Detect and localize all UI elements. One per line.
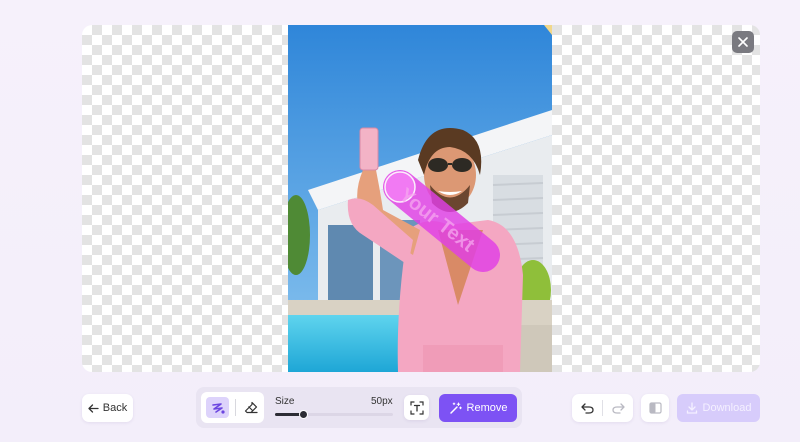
eraser-tool-button[interactable]	[239, 397, 262, 418]
undo-button[interactable]	[572, 394, 602, 422]
close-icon	[738, 37, 748, 47]
photo[interactable]: Your Text	[288, 25, 552, 372]
close-button[interactable]	[732, 31, 754, 53]
brush-stroke-icon	[211, 402, 225, 414]
compare-button[interactable]	[641, 394, 669, 422]
arrow-left-icon	[88, 403, 99, 413]
size-label: Size	[275, 396, 295, 407]
redo-icon	[611, 402, 625, 414]
download-label: Download	[702, 402, 752, 414]
remove-label: Remove	[466, 402, 508, 414]
download-icon	[686, 402, 697, 414]
back-button[interactable]: Back	[82, 394, 133, 422]
download-button[interactable]: Download	[677, 394, 760, 422]
slider-thumb[interactable]	[299, 410, 308, 419]
brush-tool-button[interactable]	[206, 397, 229, 418]
compare-icon	[648, 402, 662, 414]
canvas-area[interactable]: Your Text	[82, 25, 760, 372]
text-scan-icon	[409, 400, 424, 415]
fit-to-screen-button[interactable]	[404, 395, 429, 420]
eraser-icon	[244, 401, 258, 414]
undo-icon	[580, 402, 594, 414]
magic-wand-icon	[449, 401, 462, 414]
remove-button[interactable]: Remove	[439, 394, 517, 422]
brush-size-slider[interactable]	[275, 410, 393, 419]
history-controls	[572, 394, 633, 422]
tool-divider	[235, 399, 236, 416]
redo-button[interactable]	[603, 394, 633, 422]
back-label: Back	[102, 402, 128, 414]
size-value: 50px	[371, 396, 393, 407]
photo-image: Your Text	[288, 25, 552, 372]
